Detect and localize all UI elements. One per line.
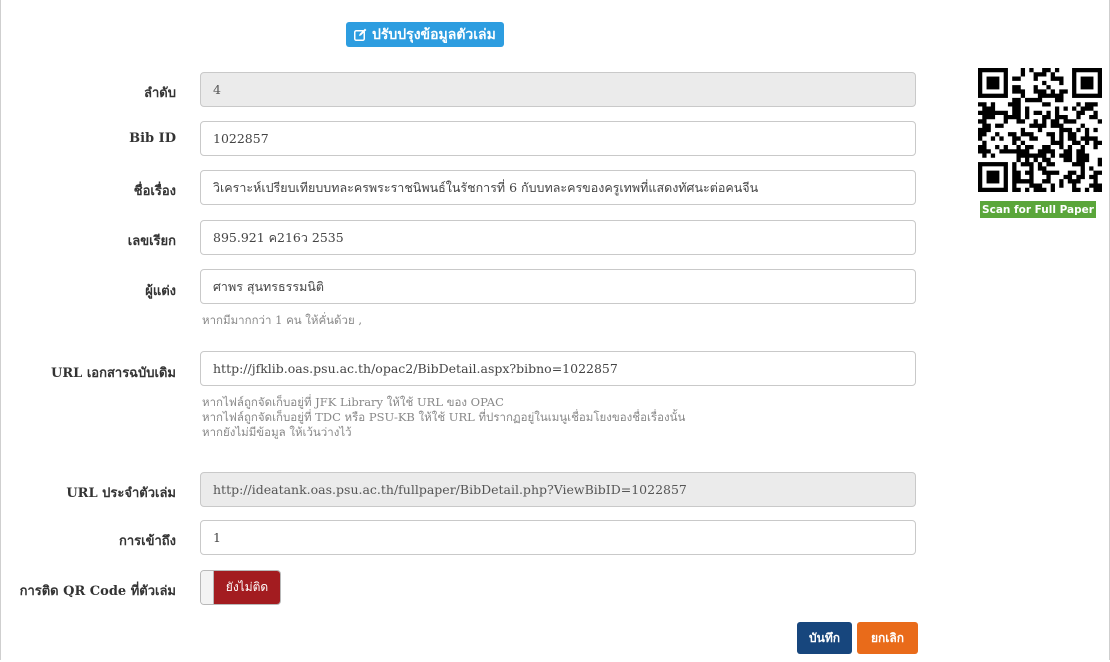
edit-icon <box>354 28 367 41</box>
volume-url-label: URL ประจำตัวเล่ม <box>66 486 176 501</box>
bib-id-input[interactable]: 1022857 <box>200 121 916 156</box>
cancel-button[interactable]: ยกเลิก <box>857 622 918 654</box>
title-label: ชื่อเรื่อง <box>133 184 176 199</box>
call-number-label: เลขเรียก <box>127 234 176 249</box>
author-help: หากมีมากกว่า 1 คน ให้คั่นด้วย , <box>202 313 363 327</box>
scan-full-paper-badge: Scan for Full Paper <box>980 201 1096 218</box>
original-url-help-2: หากไฟล์ถูกจัดเก็บอยู่ที่ TDC หรือ PSU-KB… <box>202 410 686 424</box>
access-input[interactable]: 1 <box>200 520 916 555</box>
bib-id-label: Bib ID <box>129 131 176 146</box>
volume-url-field: http://ideatank.oas.psu.ac.th/fullpaper/… <box>200 472 916 507</box>
qr-sticker-label: การติด QR Code ที่ตัวเล่ม <box>19 584 176 599</box>
toggle-state-label: ยังไม่ติด <box>214 571 280 604</box>
order-field: 4 <box>200 72 916 107</box>
header-title: ปรับปรุงข้อมูลตัวเล่ม <box>372 26 496 43</box>
toggle-knob <box>201 571 214 604</box>
author-input[interactable]: ศาพร สุนทรธรรมนิติ <box>200 269 916 304</box>
original-url-help-3: หากยังไม่มีข้อมูล ให้เว้นว่างไว้ <box>202 425 352 439</box>
edit-volume-header: ปรับปรุงข้อมูลตัวเล่ม <box>346 22 504 47</box>
access-label: การเข้าถึง <box>118 534 176 549</box>
original-url-help-1: หากไฟล์ถูกจัดเก็บอยู่ที่ JFK Library ให้… <box>202 395 504 409</box>
author-label: ผู้แต่ง <box>145 284 176 299</box>
call-number-input[interactable]: 895.921 ค216ว 2535 <box>200 220 916 255</box>
order-label: ลำดับ <box>144 86 176 101</box>
save-button[interactable]: บันทึก <box>797 622 852 654</box>
original-url-label: URL เอกสารฉบับเดิม <box>51 366 176 381</box>
qr-code-image <box>978 68 1102 192</box>
qr-sticker-toggle[interactable]: ยังไม่ติด <box>200 570 281 605</box>
original-url-input[interactable]: http://jfklib.oas.psu.ac.th/opac2/BibDet… <box>200 351 916 386</box>
title-input[interactable]: วิเคราะห์เปรียบเทียบบทละครพระราชนิพนธ์ใน… <box>200 170 916 205</box>
